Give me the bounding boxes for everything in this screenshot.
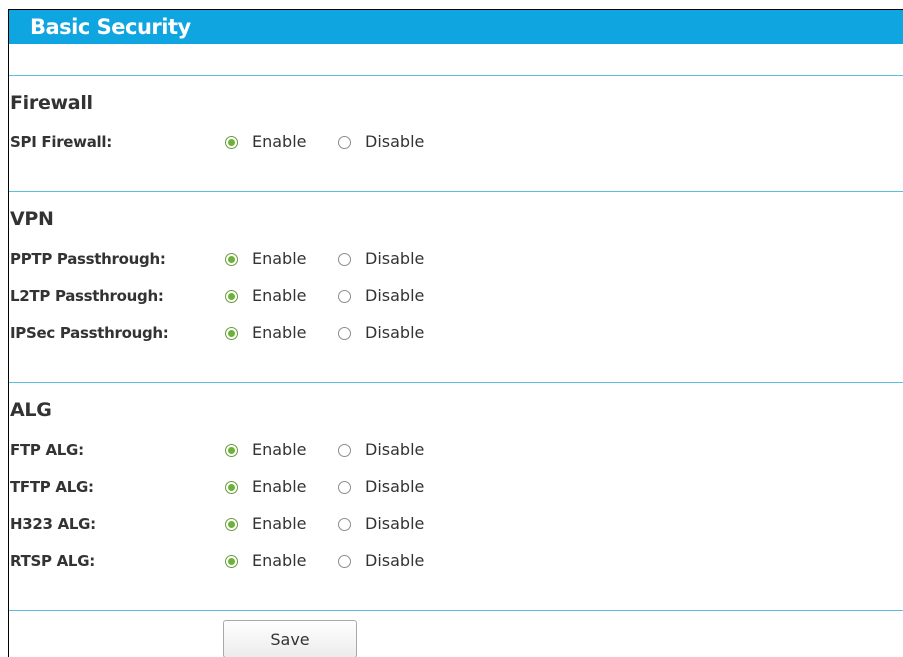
radio-label: Disable bbox=[365, 132, 425, 151]
row-l2tp-passthrough: L2TP Passthrough: Enable Disable bbox=[9, 284, 609, 308]
radio-label: Enable bbox=[252, 514, 307, 533]
row-label: PPTP Passthrough: bbox=[10, 250, 166, 268]
row-label: H323 ALG: bbox=[10, 515, 96, 533]
tftp-alg-disable-option[interactable]: Disable bbox=[338, 475, 424, 499]
ftp-alg-disable-option[interactable]: Disable bbox=[338, 438, 424, 462]
rtsp-alg-enable-option[interactable]: Enable bbox=[225, 549, 307, 573]
radio-button[interactable] bbox=[338, 554, 351, 568]
radio-label: Enable bbox=[252, 132, 307, 151]
basic-security-panel: Basic Security Firewall SPI Firewall: En… bbox=[8, 9, 903, 657]
radio-button[interactable] bbox=[338, 326, 351, 340]
rtsp-alg-disable-option[interactable]: Disable bbox=[338, 549, 424, 573]
radio-label: Enable bbox=[252, 551, 307, 570]
header-bar: Basic Security bbox=[9, 10, 903, 44]
pptp-passthrough-disable-option[interactable]: Disable bbox=[338, 247, 424, 271]
radio-label: Disable bbox=[365, 477, 425, 496]
row-ftp-alg: FTP ALG: Enable Disable bbox=[9, 438, 609, 462]
pptp-passthrough-enable-option[interactable]: Enable bbox=[225, 247, 307, 271]
row-label: FTP ALG: bbox=[10, 441, 84, 459]
radio-label: Disable bbox=[365, 551, 425, 570]
spi-firewall-enable-option[interactable]: Enable bbox=[225, 130, 307, 154]
tftp-alg-enable-option[interactable]: Enable bbox=[225, 475, 307, 499]
row-label: IPSec Passthrough: bbox=[10, 324, 169, 342]
section-title-vpn: VPN bbox=[10, 208, 54, 230]
radio-button[interactable] bbox=[338, 252, 351, 266]
radio-label: Disable bbox=[365, 323, 425, 342]
radio-button[interactable] bbox=[225, 289, 238, 303]
row-label: TFTP ALG: bbox=[10, 478, 94, 496]
row-pptp-passthrough: PPTP Passthrough: Enable Disable bbox=[9, 247, 609, 271]
save-button[interactable]: Save bbox=[223, 620, 357, 657]
radio-label: Enable bbox=[252, 440, 307, 459]
h323-alg-enable-option[interactable]: Enable bbox=[225, 512, 307, 536]
radio-label: Enable bbox=[252, 286, 307, 305]
h323-alg-disable-option[interactable]: Disable bbox=[338, 512, 424, 536]
section-title-alg: ALG bbox=[10, 399, 52, 421]
divider bbox=[9, 191, 903, 192]
row-rtsp-alg: RTSP ALG: Enable Disable bbox=[9, 549, 609, 573]
radio-button[interactable] bbox=[338, 443, 351, 457]
radio-label: Enable bbox=[252, 477, 307, 496]
radio-button[interactable] bbox=[338, 135, 351, 149]
radio-button[interactable] bbox=[225, 326, 238, 340]
page-title: Basic Security bbox=[30, 15, 191, 39]
radio-label: Enable bbox=[252, 249, 307, 268]
radio-button[interactable] bbox=[338, 517, 351, 531]
radio-label: Disable bbox=[365, 440, 425, 459]
l2tp-passthrough-disable-option[interactable]: Disable bbox=[338, 284, 424, 308]
radio-button[interactable] bbox=[338, 480, 351, 494]
ftp-alg-enable-option[interactable]: Enable bbox=[225, 438, 307, 462]
l2tp-passthrough-enable-option[interactable]: Enable bbox=[225, 284, 307, 308]
row-ipsec-passthrough: IPSec Passthrough: Enable Disable bbox=[9, 321, 609, 345]
divider bbox=[9, 382, 903, 383]
radio-button[interactable] bbox=[225, 135, 238, 149]
section-title-firewall: Firewall bbox=[10, 92, 93, 114]
radio-label: Disable bbox=[365, 286, 425, 305]
divider bbox=[9, 75, 903, 76]
radio-label: Disable bbox=[365, 514, 425, 533]
radio-button[interactable] bbox=[225, 480, 238, 494]
radio-button[interactable] bbox=[338, 289, 351, 303]
radio-button[interactable] bbox=[225, 443, 238, 457]
row-spi-firewall: SPI Firewall: Enable Disable bbox=[9, 130, 609, 154]
ipsec-passthrough-disable-option[interactable]: Disable bbox=[338, 321, 424, 345]
divider bbox=[9, 610, 903, 611]
radio-button[interactable] bbox=[225, 252, 238, 266]
row-label: L2TP Passthrough: bbox=[10, 287, 164, 305]
row-label: RTSP ALG: bbox=[10, 552, 95, 570]
row-h323-alg: H323 ALG: Enable Disable bbox=[9, 512, 609, 536]
radio-label: Disable bbox=[365, 249, 425, 268]
spi-firewall-disable-option[interactable]: Disable bbox=[338, 130, 424, 154]
ipsec-passthrough-enable-option[interactable]: Enable bbox=[225, 321, 307, 345]
radio-label: Enable bbox=[252, 323, 307, 342]
radio-button[interactable] bbox=[225, 554, 238, 568]
row-tftp-alg: TFTP ALG: Enable Disable bbox=[9, 475, 609, 499]
radio-button[interactable] bbox=[225, 517, 238, 531]
row-label: SPI Firewall: bbox=[10, 133, 112, 151]
